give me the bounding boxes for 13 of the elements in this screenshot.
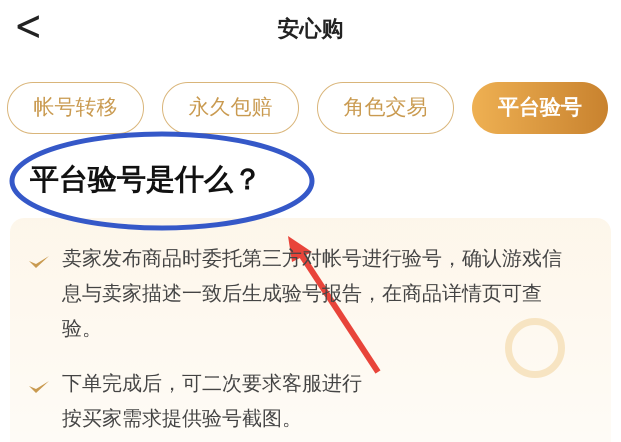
point-text: 下单完成后，可二次要求客服进行: [62, 372, 362, 397]
decorative-ring-icon: [505, 318, 565, 378]
category-tab[interactable]: 角色交易: [317, 82, 454, 134]
section-heading: 平台验号是什么？: [30, 163, 263, 198]
check-icon: [28, 379, 50, 395]
category-tab[interactable]: 帐号转移: [7, 82, 144, 134]
back-button[interactable]: <: [14, 1, 42, 51]
point-text: 按买家需求提供验号截图。: [62, 407, 302, 432]
page-title: 安心购: [278, 14, 344, 42]
category-tab[interactable]: 平台验号: [472, 82, 608, 134]
category-tab[interactable]: 永久包赔: [162, 82, 299, 134]
point-text: 验。: [62, 317, 102, 342]
check-icon: [28, 254, 50, 270]
